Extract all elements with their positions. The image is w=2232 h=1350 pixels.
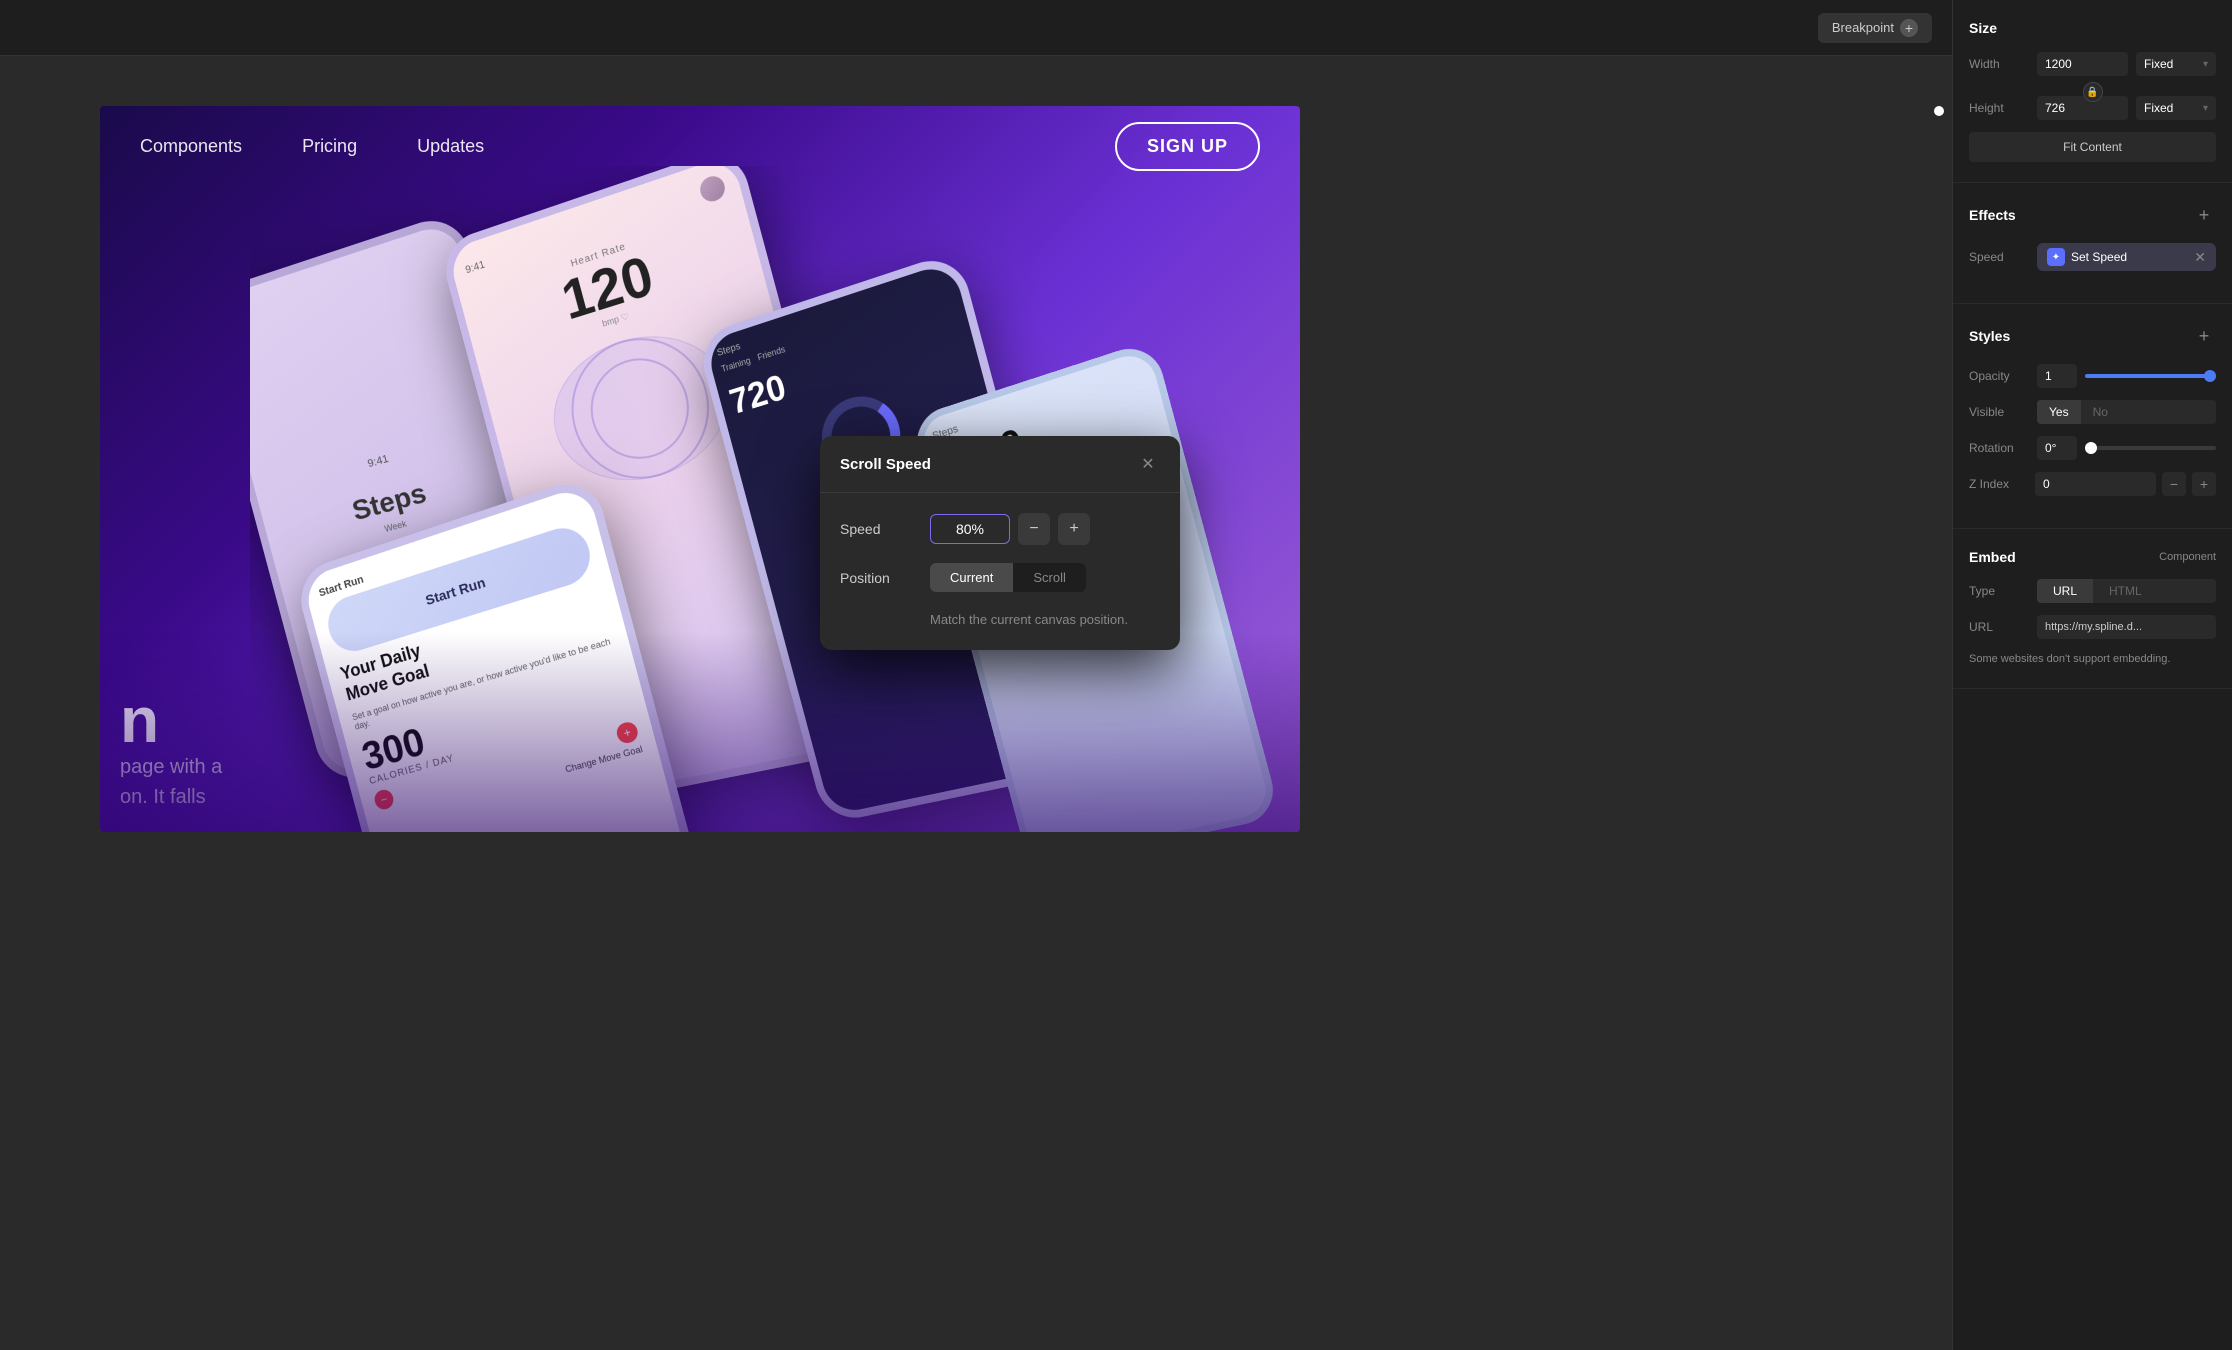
nav-link-pricing[interactable]: Pricing [302,136,357,157]
nav-link-updates[interactable]: Updates [417,136,484,157]
type-toggle: URL HTML [2037,579,2216,603]
embed-url-label: URL [1969,620,2029,634]
dialog-position-label: Position [840,570,930,586]
position-current-button[interactable]: Current [930,563,1013,592]
dialog-position-row: Position Current Scroll [840,563,1160,592]
effects-section-header: Effects + [1969,203,2216,227]
breakpoint-button[interactable]: Breakpoint + [1818,13,1932,43]
dialog-close-button[interactable]: ✕ [1136,452,1160,476]
rotation-row: Rotation [1969,436,2216,460]
height-label: Height [1969,101,2029,115]
embed-type-label: Type [1969,584,2029,598]
speed-decrement-button[interactable]: − [1018,513,1050,545]
nav-link-components[interactable]: Components [140,136,242,157]
nav-cta-button[interactable]: SIGN UP [1115,122,1260,171]
nav-links: Components Pricing Updates [140,136,1115,157]
height-mode-text: Fixed [2144,101,2173,115]
styles-section: Styles + Opacity Visible Yes No Rotation [1953,304,2232,529]
hero-subtext: page with a on. It falls [120,752,222,812]
styles-section-title: Styles [1969,328,2010,344]
visible-yes-button[interactable]: Yes [2037,400,2081,424]
width-label: Width [1969,57,2029,71]
dialog-body: Speed − + Position Current Scroll [820,493,1180,650]
z-index-row: Z Index − + [1969,472,2216,496]
visible-row: Visible Yes No [1969,400,2216,424]
position-toggle: Current Scroll [930,563,1086,592]
embed-section-title: Embed [1969,549,2016,565]
type-html-button[interactable]: HTML [2093,579,2158,603]
visible-label: Visible [1969,405,2029,419]
top-toolbar: Breakpoint + [0,0,1952,56]
speed-badge-text: Set Speed [2071,250,2188,264]
opacity-input[interactable] [2037,364,2077,388]
nav-bar: Components Pricing Updates SIGN UP [100,106,1300,186]
effects-section-title: Effects [1969,207,2016,223]
embed-url-input[interactable] [2037,615,2216,639]
speed-input[interactable] [930,514,1010,544]
embed-section-header: Embed Component [1969,549,2216,565]
z-index-label: Z Index [1969,477,2029,491]
opacity-row: Opacity [1969,364,2216,388]
width-mode-text: Fixed [2144,57,2173,71]
breakpoint-plus-icon: + [1900,19,1918,37]
embed-type-row: Type URL HTML [1969,579,2216,603]
type-url-button[interactable]: URL [2037,579,2093,603]
opacity-label: Opacity [1969,369,2029,383]
embed-section: Embed Component Type URL HTML URL Some w… [1953,529,2232,689]
width-row: Width Fixed ▾ [1969,52,2216,76]
right-panel: Size Width Fixed ▾ 🔒 Height Fixed [1952,0,2232,1350]
z-index-decrement-button[interactable]: − [2162,472,2186,496]
visible-no-button[interactable]: No [2081,400,2120,424]
effects-section: Effects + Speed ✦ Set Speed ✕ [1953,183,2232,304]
effects-speed-row: Speed ✦ Set Speed ✕ [1969,243,2216,271]
dialog-title: Scroll Speed [840,456,931,473]
styles-section-header: Styles + [1969,324,2216,348]
height-chevron-icon: ▾ [2203,103,2208,114]
width-input[interactable] [2037,52,2128,76]
dialog-speed-label: Speed [840,521,930,537]
effects-speed-label: Speed [1969,250,2029,264]
speed-badge-icon: ✦ [2047,248,2065,266]
lock-icon[interactable]: 🔒 [2083,82,2103,102]
hero-text: n [120,688,159,752]
rotation-label: Rotation [1969,441,2029,455]
dialog-header: Scroll Speed ✕ [820,436,1180,493]
speed-input-wrapper: − + [930,513,1160,545]
position-scroll-button[interactable]: Scroll [1013,563,1086,592]
styles-add-button[interactable]: + [2192,324,2216,348]
size-section: Size Width Fixed ▾ 🔒 Height Fixed [1953,0,2232,183]
dialog-speed-row: Speed − + [840,513,1160,545]
embed-warning: Some websites don't support embedding. [1969,651,2216,668]
size-section-header: Size [1969,20,2216,36]
size-section-title: Size [1969,20,1997,36]
visible-toggle: Yes No [2037,400,2216,424]
effects-add-button[interactable]: + [2192,203,2216,227]
scroll-speed-dialog: Scroll Speed ✕ Speed − + Position [820,436,1180,650]
opacity-slider-thumb [2204,370,2216,382]
width-mode-select[interactable]: Fixed ▾ [2136,52,2216,76]
rotation-slider[interactable] [2085,446,2216,450]
embed-component-badge: Component [2159,551,2216,563]
z-index-increment-button[interactable]: + [2192,472,2216,496]
rotation-slider-thumb [2085,442,2097,454]
speed-badge-close-button[interactable]: ✕ [2194,249,2206,266]
dialog-hint: Match the current canvas position. [930,610,1160,630]
fit-content-button[interactable]: Fit Content [1969,132,2216,162]
speed-badge: ✦ Set Speed ✕ [2037,243,2216,271]
rotation-input[interactable] [2037,436,2077,460]
canvas-content: Components Pricing Updates SIGN UP 9:41 … [0,56,1952,1350]
z-index-input[interactable] [2035,472,2156,496]
speed-increment-button[interactable]: + [1058,513,1090,545]
embed-url-row: URL [1969,615,2216,639]
width-chevron-icon: ▾ [2203,59,2208,70]
canvas-area: Breakpoint + Components Pricing Updates … [0,0,1952,1350]
drag-handle[interactable] [1934,106,1944,116]
opacity-slider[interactable] [2085,374,2216,378]
breakpoint-label: Breakpoint [1832,20,1894,35]
